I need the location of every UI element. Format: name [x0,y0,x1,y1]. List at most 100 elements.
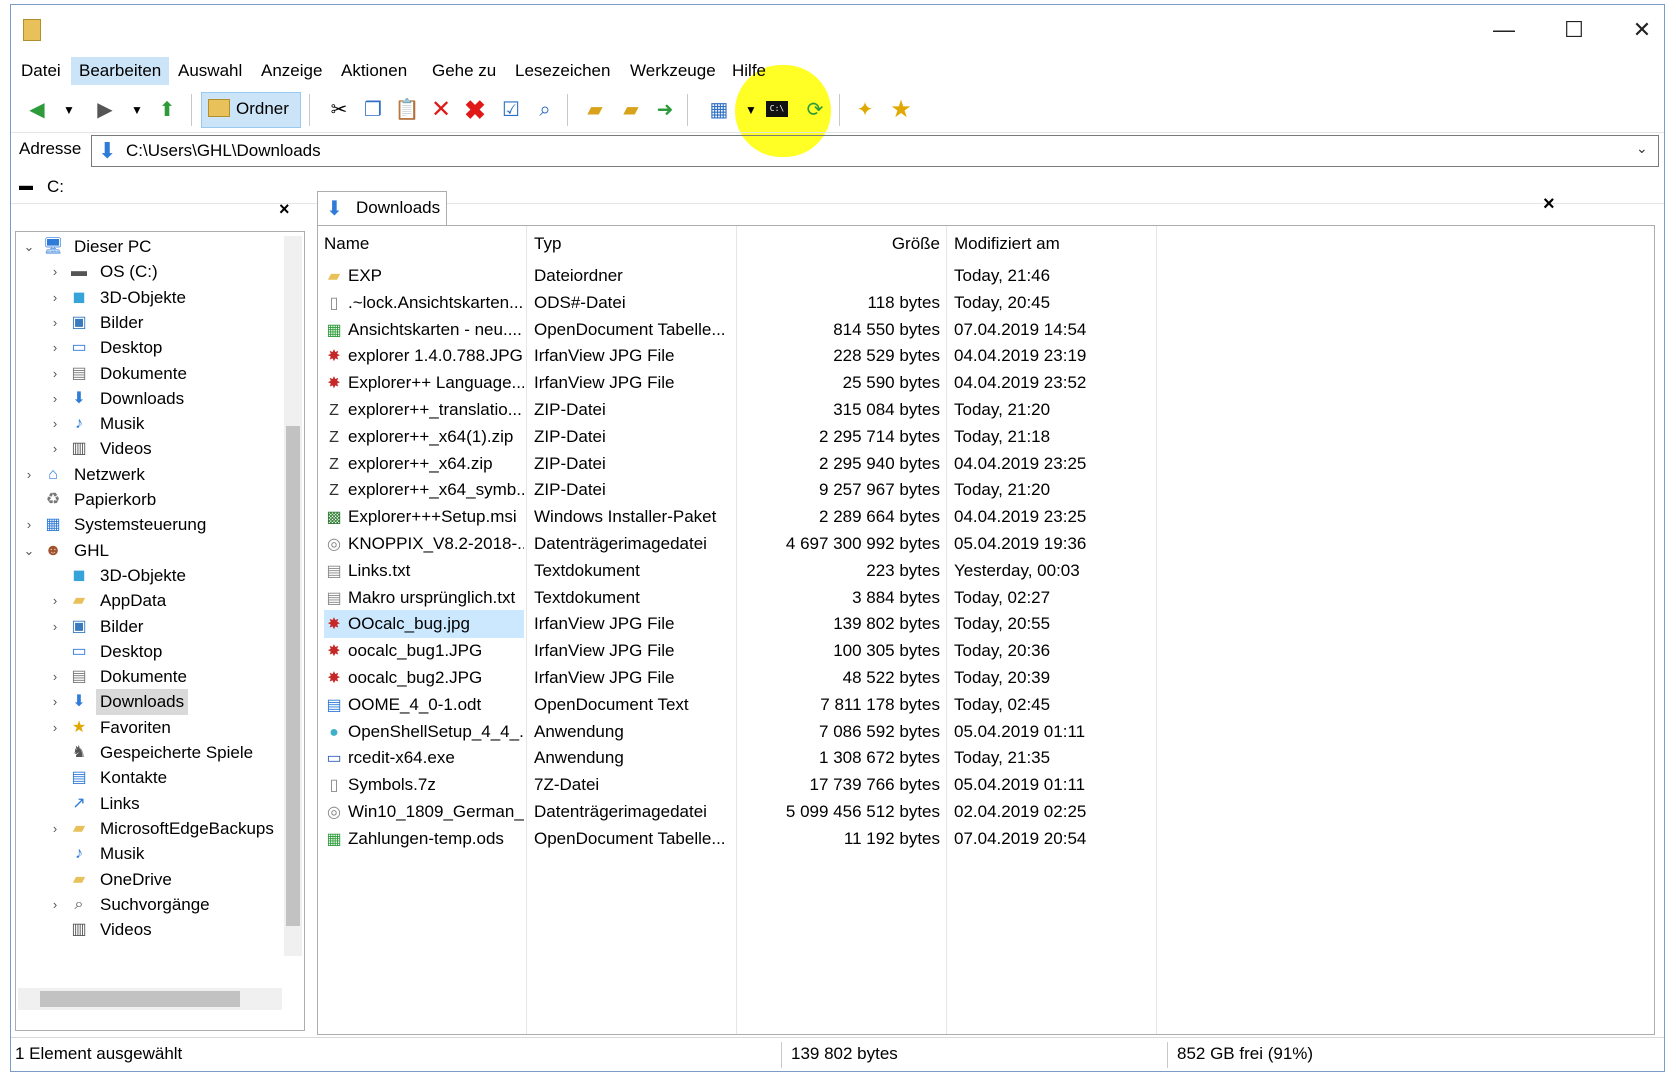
file-row[interactable]: ▯ Symbols.7z 7Z-Datei 17 739 766 bytes 05.04… [318,771,1654,798]
drive-button[interactable]: C: [47,177,64,197]
file-type: OpenDocument Tabelle... [534,828,726,848]
tree-vertical-scrollbar[interactable] [284,236,302,956]
toolbar-separator [567,94,568,126]
file-row[interactable]: Zexplorer++_x64(1).zip ZIP-Datei 2 295 714… [318,423,1654,450]
copy-to-icon[interactable]: ▰ [617,96,645,124]
scrollbar-thumb[interactable] [286,426,300,926]
chevron-right-icon[interactable]: › [48,614,62,640]
chevron-down-icon[interactable]: ⌄ [1636,140,1648,157]
column-header-modified[interactable]: Modifiziert am [954,228,1060,260]
file-row[interactable]: Zexplorer++_x64.zip ZIP-Datei 2 295 940 by… [318,450,1654,478]
chevron-down-icon[interactable]: ▼ [55,96,83,124]
file-row[interactable]: ▯ .~lock.Ansichtskarten... ODS#-Datei 118 b… [318,289,1654,316]
delete-icon[interactable]: ✕ [427,96,455,124]
folders-button[interactable]: Ordner [201,92,301,128]
chevron-right-icon[interactable]: › [48,411,62,437]
bookmark-tab-icon[interactable]: ✦ [851,96,879,124]
file-row[interactable]: Zexplorer++_translatio... ZIP-Datei 315 08… [318,396,1654,423]
command-prompt-icon[interactable]: C:\ [763,96,791,124]
search-icon[interactable]: ⌕ [531,96,559,124]
address-input[interactable]: ⬇ C:\Users\GHL\Downloads ⌄ [91,135,1659,167]
chevron-right-icon[interactable]: › [22,512,36,538]
minimize-button[interactable]: — [1481,13,1527,47]
chevron-right-icon[interactable]: › [48,386,62,412]
forward-icon[interactable]: ▶ [91,96,119,124]
disc-image-icon: ◎ [327,804,341,821]
recycle-bin-icon: ♻ [45,491,61,508]
chevron-right-icon[interactable]: › [48,335,62,361]
file-row[interactable]: ▤ Links.txt Textdokument 223 bytes Yesterday… [318,557,1654,584]
move-to-icon[interactable]: ➜ [651,96,679,124]
file-row[interactable]: ✸ explorer 1.4.0.788.JPG IrfanView JPG Fil… [318,342,1654,369]
chevron-down-icon[interactable]: ▼ [737,96,765,124]
file-name: Zexplorer++_x64.zip [324,450,524,478]
file-row[interactable]: ▦ Ansichtskarten - neu.... OpenDocument Ta… [318,316,1654,343]
chevron-right-icon[interactable]: › [48,715,62,741]
file-name-text: explorer 1.4.0.788.JPG [348,346,523,366]
maximize-button[interactable]: ☐ [1551,13,1597,47]
copy-icon[interactable]: ❐ [359,96,387,124]
chevron-down-icon[interactable]: ⌄ [22,538,36,564]
chevron-right-icon[interactable]: › [48,285,62,311]
scrollbar-thumb[interactable] [40,991,240,1007]
file-name-text: Explorer+++Setup.msi [348,507,517,527]
chevron-right-icon[interactable]: › [48,361,62,387]
file-row[interactable]: ◎ Win10_1809_German_... Datenträgerimageda… [318,798,1654,825]
chevron-down-icon[interactable]: ⌄ [22,234,36,260]
chevron-right-icon[interactable]: › [48,310,62,336]
menu-aktionen[interactable]: Aktionen [333,57,415,85]
chevron-right-icon[interactable]: › [48,436,62,462]
chevron-right-icon[interactable]: › [48,816,62,842]
column-header-size[interactable]: Größe [738,228,940,260]
download-icon: ⬇ [326,198,343,220]
chevron-right-icon[interactable]: › [48,664,62,690]
close-tree-icon[interactable]: × [279,199,290,220]
chevron-right-icon[interactable]: › [48,892,62,918]
chevron-right-icon[interactable]: › [48,259,62,285]
up-icon[interactable]: ⬆ [153,96,181,124]
bookmarks-icon[interactable]: ★ [887,96,915,124]
menu-hilfe[interactable]: Hilfe [724,57,774,85]
chevron-down-icon[interactable]: ▼ [123,96,151,124]
file-row[interactable]: ● OpenShellSetup_4_4_... Anwendung 7 086 59… [318,718,1654,745]
menu-werkzeuge[interactable]: Werkzeuge [622,57,724,85]
paste-icon[interactable]: 📋 [393,96,421,124]
properties-icon[interactable]: ☑ [497,96,525,124]
file-row[interactable]: ▰ EXP Dateiordner Today, 21:46 [318,262,1654,289]
file-row[interactable]: ▤ Makro ursprünglich.txt Textdokument 3 884… [318,584,1654,611]
file-row[interactable]: ◎ KNOPPIX_V8.2-2018-... Datenträgerimageda… [318,530,1654,557]
file-name: ✸ oocalc_bug1.JPG [324,637,524,665]
back-icon[interactable]: ◀ [23,96,51,124]
close-button[interactable]: ✕ [1619,13,1665,47]
file-row[interactable]: ✸ oocalc_bug2.JPG IrfanView JPG File 48 522… [318,664,1654,691]
file-row[interactable]: Zexplorer++_x64_symb... ZIP-Datei 9 257 96… [318,476,1654,503]
tab-downloads[interactable]: ⬇ Downloads [317,191,447,225]
menu-lesezeichen[interactable]: Lesezeichen [507,57,618,85]
tree-horizontal-scrollbar[interactable] [18,988,282,1010]
image-icon: ✸ [327,643,341,661]
menu-datei[interactable]: Datei [13,57,69,85]
cut-icon[interactable]: ✂ [325,96,353,124]
menu-anzeige[interactable]: Anzeige [253,57,330,85]
menu-bearbeiten[interactable]: Bearbeiten [71,57,170,85]
tree-item-label: Suchvorgänge [100,894,210,914]
file-row[interactable]: ▤ OOME_4_0-1.odt OpenDocument Text 7 811 17… [318,691,1654,718]
column-header-name[interactable]: Name [324,228,369,260]
refresh-icon[interactable]: ⟳ [801,96,829,124]
file-row[interactable]: ✸ Explorer++ Language... IrfanView JPG Fil… [318,369,1654,396]
new-folder-icon[interactable]: ▰ [581,96,609,124]
delete-permanent-icon[interactable]: ✖ [461,96,489,124]
close-tab-icon[interactable]: × [1543,193,1555,216]
file-row[interactable]: ▦ Zahlungen-temp.ods OpenDocument Tabelle.… [318,825,1654,852]
file-row[interactable]: ▭ rcedit-x64.exe Anwendung 1 308 672 bytes T… [318,744,1654,771]
menu-gehe-zu[interactable]: Gehe zu [424,57,504,85]
chevron-right-icon[interactable]: › [48,689,62,715]
file-row[interactable]: ✸ OOcalc_bug.jpg IrfanView JPG File 139 802… [318,610,1654,639]
chevron-right-icon[interactable]: › [22,462,36,488]
file-row[interactable]: ✸ oocalc_bug1.JPG IrfanView JPG File 100 30… [318,637,1654,665]
view-icon[interactable]: ▦ [705,96,733,124]
file-row[interactable]: ▩ Explorer+++Setup.msi Windows Installer-P… [318,503,1654,530]
chevron-right-icon[interactable]: › [48,588,62,614]
column-header-type[interactable]: Typ [534,228,561,260]
menu-auswahl[interactable]: Auswahl [170,57,250,85]
